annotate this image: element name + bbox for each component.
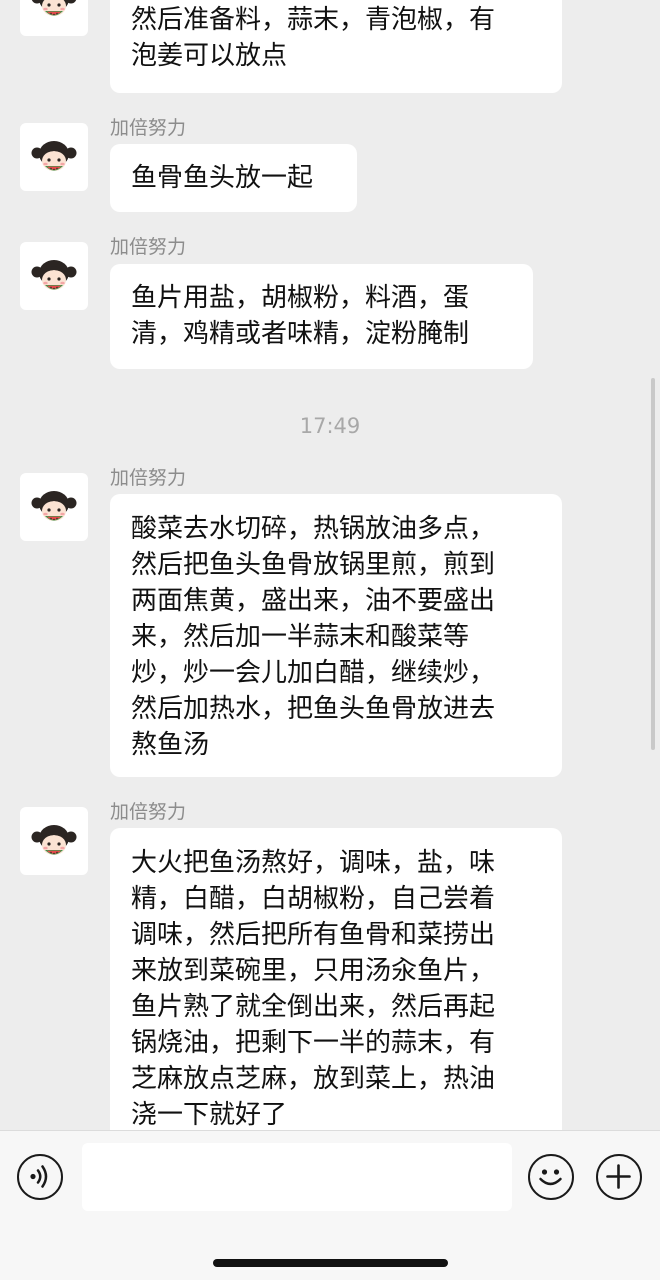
scrollbar[interactable] xyxy=(651,378,655,750)
avatar[interactable] xyxy=(20,0,88,36)
emoji-icon xyxy=(539,1169,562,1186)
avatar-icon xyxy=(31,825,77,855)
message-bubble[interactable]: 鱼片用盐，胡椒粉，料酒，蛋 清，鸡精或者味精，淀粉腌制 xyxy=(110,264,533,369)
avatar-icon xyxy=(31,260,77,290)
composer-bar xyxy=(0,1130,660,1280)
message-bubble[interactable]: 大火把鱼汤熬好，调味，盐，味 精，白醋，白胡椒粉，自己尝着 调味，然后把所有鱼骨… xyxy=(110,828,562,1130)
chat-area[interactable]: 然后准备料，蒜末，青泡椒，有 泡姜可以放点 加倍努力 鱼骨鱼头放一起 加倍努力 … xyxy=(0,0,660,1130)
home-indicator[interactable] xyxy=(213,1259,448,1267)
avatar-icon xyxy=(31,141,77,171)
avatar[interactable] xyxy=(20,807,88,875)
emoji-button[interactable] xyxy=(528,1154,574,1200)
avatar-icon xyxy=(31,491,77,521)
avatar[interactable] xyxy=(20,473,88,541)
avatar-icon xyxy=(31,0,77,16)
sender-name: 加倍努力 xyxy=(110,467,187,489)
add-button[interactable] xyxy=(596,1154,642,1200)
sender-name: 加倍努力 xyxy=(110,236,187,258)
voice-icon xyxy=(30,1165,48,1188)
sender-name: 加倍努力 xyxy=(110,117,187,139)
message-bubble[interactable]: 鱼骨鱼头放一起 xyxy=(110,144,357,212)
avatar[interactable] xyxy=(20,242,88,310)
avatar[interactable] xyxy=(20,123,88,191)
sender-name: 加倍努力 xyxy=(110,801,187,823)
plus-icon xyxy=(606,1164,631,1189)
timestamp: 17:49 xyxy=(299,414,361,438)
message-bubble[interactable]: 然后准备料，蒜末，青泡椒，有 泡姜可以放点 xyxy=(110,0,562,93)
voice-button[interactable] xyxy=(17,1154,63,1200)
message-bubble[interactable]: 酸菜去水切碎，热锅放油多点， 然后把鱼头鱼骨放锅里煎，煎到 两面焦黄，盛出来，油… xyxy=(110,494,562,777)
message-input[interactable] xyxy=(82,1143,512,1211)
